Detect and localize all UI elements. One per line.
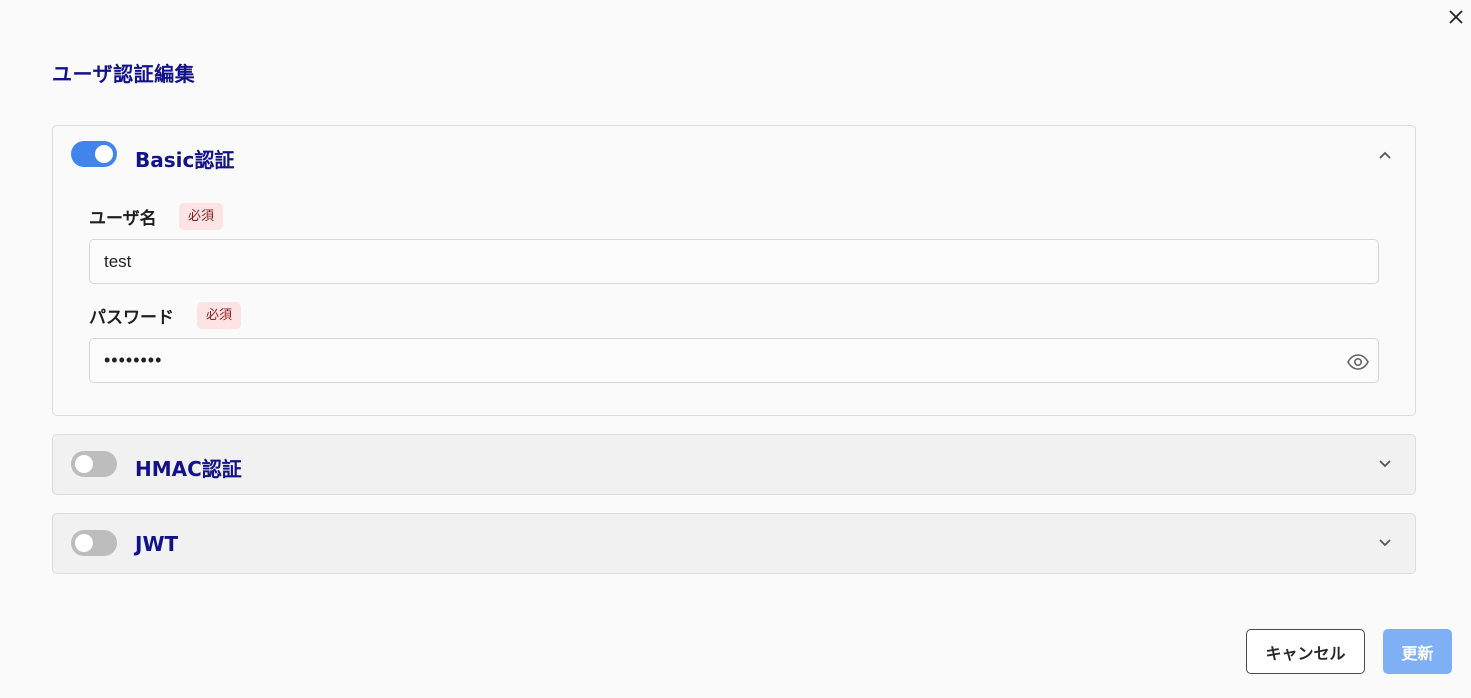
basic-auth-toggle[interactable]	[71, 141, 117, 167]
eye-icon	[1347, 354, 1369, 370]
section-hmac-auth: HMAC認証	[52, 434, 1416, 495]
password-label: パスワード	[89, 308, 174, 328]
show-password-button[interactable]	[1346, 350, 1370, 374]
section-basic-auth: Basic認証 ユーザ名 必須 パスワード 必須	[52, 125, 1416, 416]
close-button[interactable]	[1444, 5, 1468, 29]
chevron-down-icon	[1379, 460, 1391, 468]
dialog-title: ユーザ認証編集	[52, 62, 196, 86]
collapse-button[interactable]	[1376, 146, 1394, 164]
toggle-knob	[75, 534, 93, 552]
username-input[interactable]	[89, 239, 1379, 284]
expand-button[interactable]	[1376, 455, 1394, 473]
required-badge: 必須	[179, 203, 224, 230]
section-hmac-auth-header[interactable]: HMAC認証	[53, 435, 1415, 495]
chevron-up-icon	[1379, 151, 1391, 159]
chevron-down-icon	[1379, 539, 1391, 547]
user-auth-edit-dialog: ユーザ認証編集 Basic認証 ユーザ名 必須 パスワード 必須	[0, 0, 1471, 698]
section-basic-auth-header[interactable]: Basic認証	[53, 126, 1415, 186]
section-jwt-header[interactable]: JWT	[53, 514, 1415, 574]
cancel-button[interactable]: キャンセル	[1246, 629, 1365, 674]
update-button[interactable]: 更新	[1383, 629, 1452, 674]
toggle-knob	[75, 455, 93, 473]
hmac-auth-toggle[interactable]	[71, 451, 117, 477]
jwt-toggle[interactable]	[71, 530, 117, 556]
username-label: ユーザ名	[89, 209, 157, 229]
required-badge: 必須	[197, 302, 242, 329]
expand-button[interactable]	[1376, 534, 1394, 552]
section-title: JWT	[135, 532, 179, 556]
close-icon	[1449, 10, 1463, 24]
section-title: Basic認証	[135, 148, 235, 172]
password-input[interactable]	[89, 338, 1379, 383]
section-title: HMAC認証	[135, 457, 242, 481]
section-jwt: JWT	[52, 513, 1416, 574]
toggle-knob	[95, 145, 113, 163]
